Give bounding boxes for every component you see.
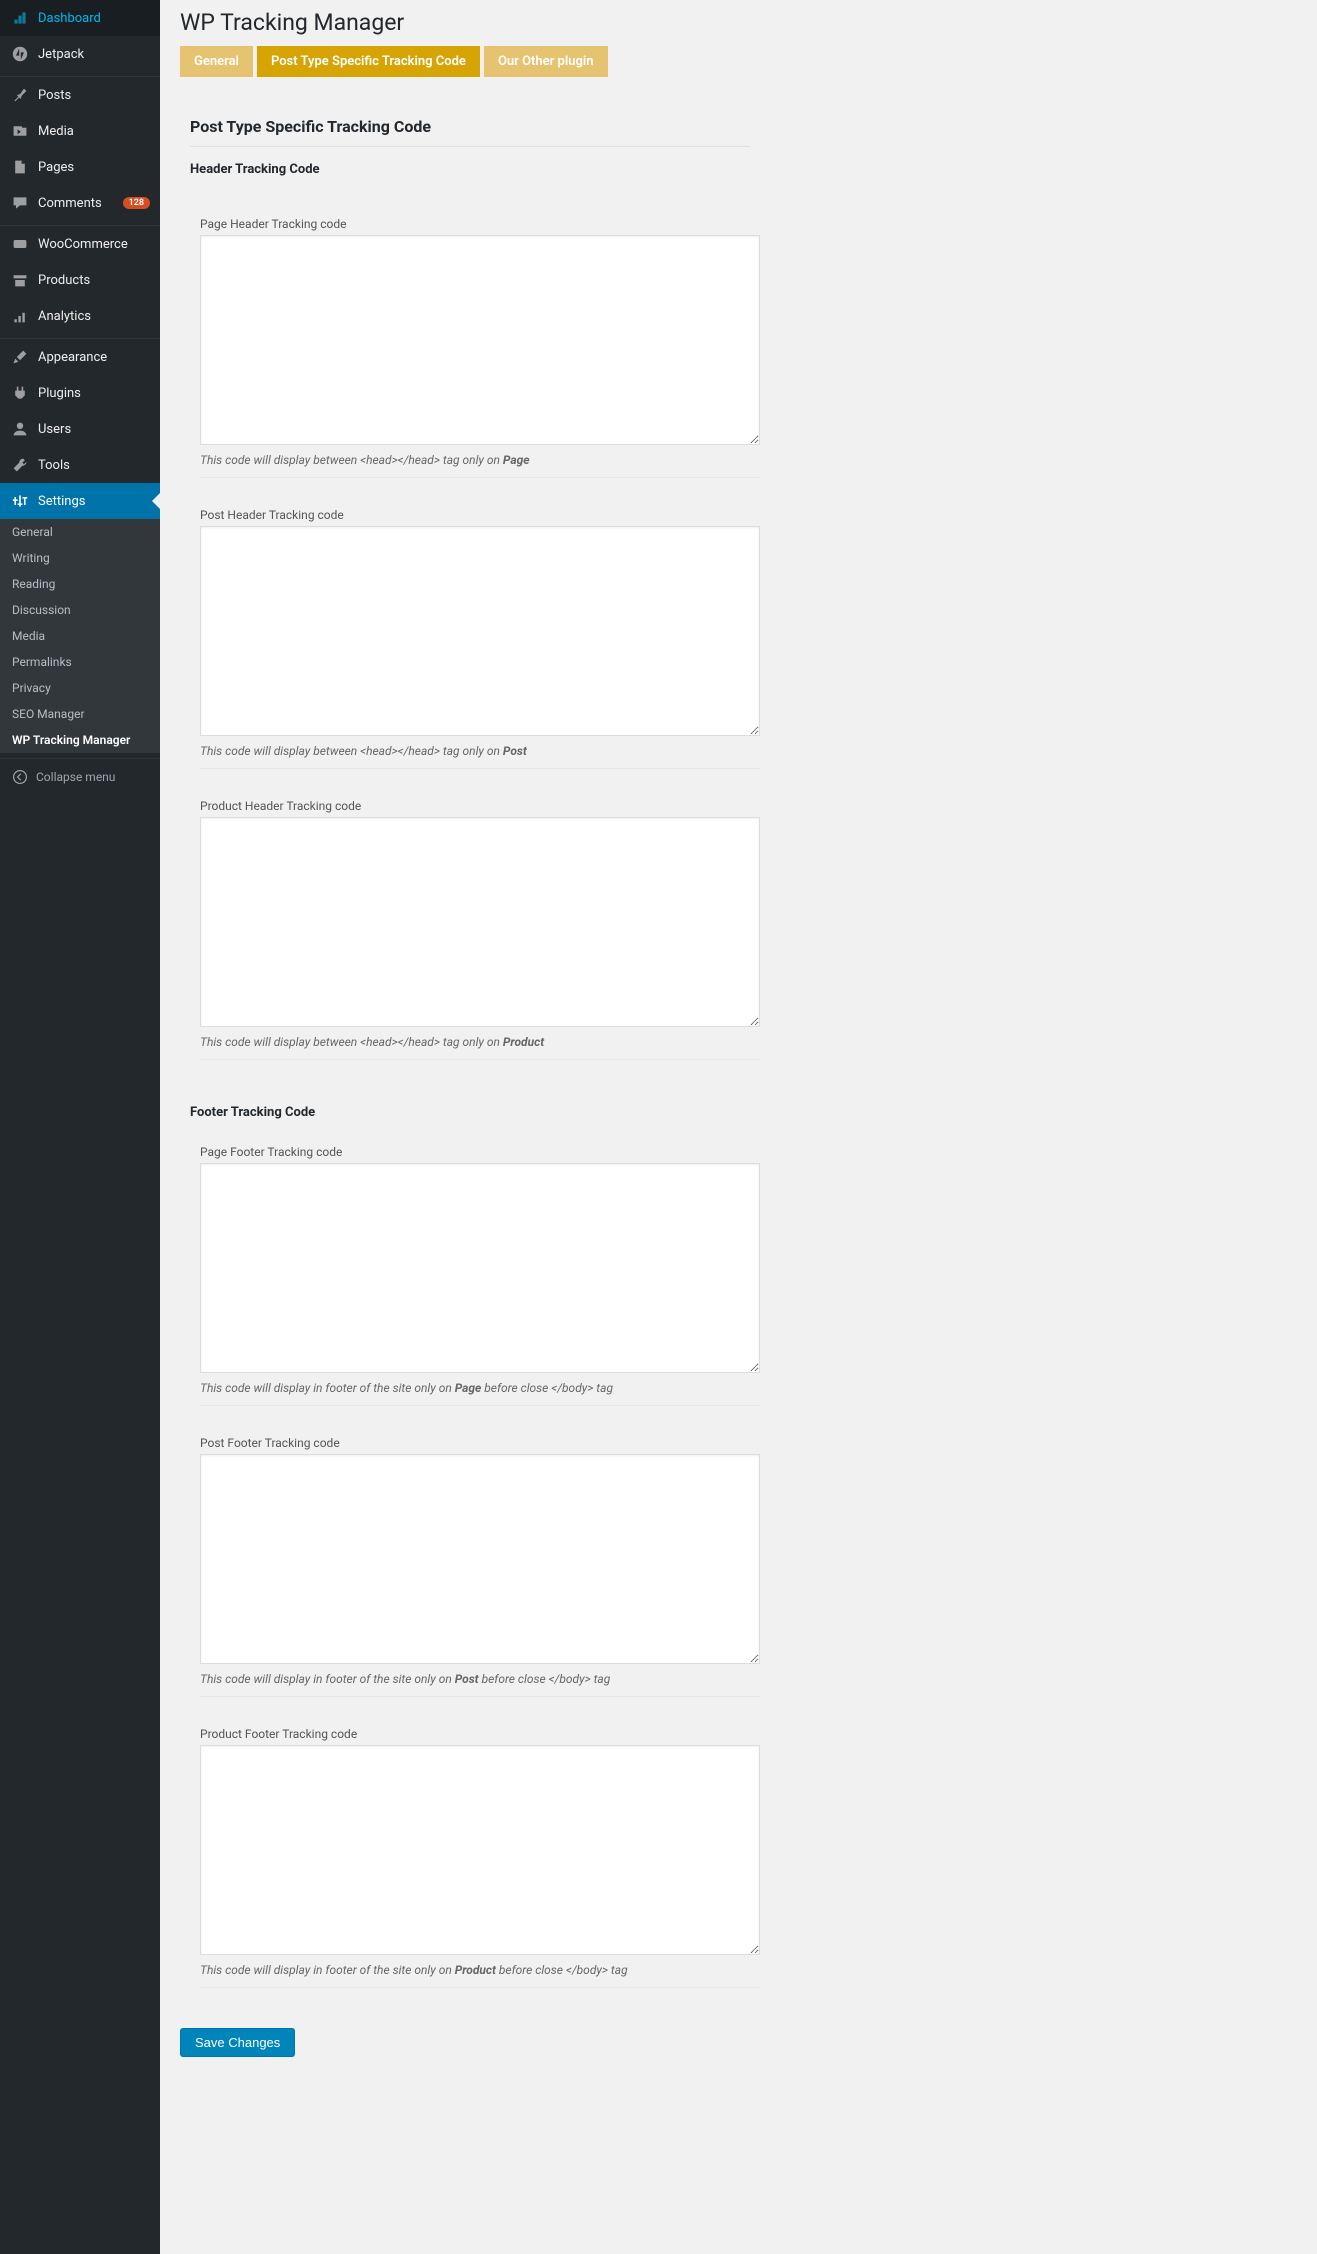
sidebar-item-dashboard[interactable]: Dashboard	[0, 0, 160, 36]
post-header-desc: This code will display between <head></h…	[200, 740, 760, 769]
product-footer-textarea[interactable]	[200, 1745, 760, 1955]
sidebar-item-woocommerce[interactable]: WooCommerce	[0, 226, 160, 262]
sidebar-item-label: Analytics	[38, 309, 150, 324]
page-footer-desc: This code will display in footer of the …	[200, 1377, 760, 1406]
sidebar-item-label: Posts	[38, 88, 150, 103]
sidebar-subitem-permalinks[interactable]: Permalinks	[0, 649, 160, 675]
sidebar-subitem-reading[interactable]: Reading	[0, 571, 160, 597]
sidebar-item-analytics[interactable]: Analytics	[0, 298, 160, 334]
sidebar-item-label: Comments	[38, 196, 123, 211]
plugin-icon	[10, 383, 30, 403]
post-footer-textarea[interactable]	[200, 1454, 760, 1664]
field-page-header: Page Header Tracking code This code will…	[200, 217, 760, 478]
admin-sidebar: Dashboard Jetpack Posts Media Pages Comm…	[0, 0, 160, 2254]
tab-general[interactable]: General	[180, 46, 253, 77]
sidebar-item-tools[interactable]: Tools	[0, 447, 160, 483]
settings-icon	[10, 491, 30, 511]
sidebar-subitem-discussion[interactable]: Discussion	[0, 597, 160, 623]
page-header-label: Page Header Tracking code	[200, 217, 760, 231]
collapse-menu[interactable]: Collapse menu	[0, 758, 160, 795]
post-footer-label: Post Footer Tracking code	[200, 1436, 760, 1450]
sidebar-subitem-writing[interactable]: Writing	[0, 545, 160, 571]
page-footer-label: Page Footer Tracking code	[200, 1145, 760, 1159]
section-title: Post Type Specific Tracking Code	[190, 77, 750, 147]
sidebar-item-label: Plugins	[38, 386, 150, 401]
page-footer-textarea[interactable]	[200, 1163, 760, 1373]
sidebar-item-label: Users	[38, 422, 150, 437]
product-header-textarea[interactable]	[200, 817, 760, 1027]
main-content: WP Tracking Manager General Post Type Sp…	[160, 0, 1317, 2254]
product-header-desc: This code will display between <head></h…	[200, 1031, 760, 1060]
footer-tracking-heading: Footer Tracking Code	[190, 1090, 1297, 1130]
post-header-label: Post Header Tracking code	[200, 508, 760, 522]
sidebar-item-settings[interactable]: Settings	[0, 483, 160, 519]
sidebar-item-pages[interactable]: Pages	[0, 149, 160, 185]
field-page-footer: Page Footer Tracking code This code will…	[200, 1145, 760, 1406]
sidebar-item-label: Appearance	[38, 350, 150, 365]
field-product-footer: Product Footer Tracking code This code w…	[200, 1727, 760, 1988]
collapse-icon	[10, 767, 30, 787]
tab-post-type-specific[interactable]: Post Type Specific Tracking Code	[257, 46, 480, 77]
comments-badge: 128	[123, 197, 150, 209]
collapse-label: Collapse menu	[36, 770, 115, 784]
product-header-label: Product Header Tracking code	[200, 799, 760, 813]
woo-icon	[10, 234, 30, 254]
page-header-desc: This code will display between <head></h…	[200, 449, 760, 478]
post-footer-desc: This code will display in footer of the …	[200, 1668, 760, 1697]
field-post-footer: Post Footer Tracking code This code will…	[200, 1436, 760, 1697]
post-header-textarea[interactable]	[200, 526, 760, 736]
header-tracking-heading: Header Tracking Code	[190, 147, 1297, 187]
brush-icon	[10, 347, 30, 367]
sidebar-item-label: Tools	[38, 458, 150, 473]
nav-tabs: General Post Type Specific Tracking Code…	[180, 46, 1297, 77]
sidebar-item-products[interactable]: Products	[0, 262, 160, 298]
sidebar-item-label: WooCommerce	[38, 237, 150, 252]
sidebar-subitem-privacy[interactable]: Privacy	[0, 675, 160, 701]
sidebar-item-appearance[interactable]: Appearance	[0, 339, 160, 375]
sidebar-item-label: Pages	[38, 160, 150, 175]
media-icon	[10, 121, 30, 141]
analytics-icon	[10, 306, 30, 326]
save-button[interactable]: Save Changes	[180, 2028, 295, 2057]
tool-icon	[10, 455, 30, 475]
sidebar-subitem-seo-manager[interactable]: SEO Manager	[0, 701, 160, 727]
sidebar-item-label: Jetpack	[38, 47, 150, 62]
sidebar-item-label: Settings	[38, 494, 150, 509]
field-post-header: Post Header Tracking code This code will…	[200, 508, 760, 769]
sidebar-item-jetpack[interactable]: Jetpack	[0, 36, 160, 72]
sidebar-item-label: Dashboard	[38, 11, 150, 26]
sidebar-subitem-media[interactable]: Media	[0, 623, 160, 649]
comment-icon	[10, 193, 30, 213]
field-product-header: Product Header Tracking code This code w…	[200, 799, 760, 1060]
sidebar-item-users[interactable]: Users	[0, 411, 160, 447]
sidebar-item-comments[interactable]: Comments 128	[0, 185, 160, 221]
dashboard-icon	[10, 8, 30, 28]
page-header-textarea[interactable]	[200, 235, 760, 445]
product-icon	[10, 270, 30, 290]
tab-our-other-plugin[interactable]: Our Other plugin	[484, 46, 608, 77]
sidebar-subitem-general[interactable]: General	[0, 519, 160, 545]
product-footer-desc: This code will display in footer of the …	[200, 1959, 760, 1988]
sidebar-item-label: Media	[38, 124, 150, 139]
sidebar-subitem-wp-tracking-manager[interactable]: WP Tracking Manager	[0, 727, 160, 753]
sidebar-item-media[interactable]: Media	[0, 113, 160, 149]
sidebar-item-label: Products	[38, 273, 150, 288]
product-footer-label: Product Footer Tracking code	[200, 1727, 760, 1741]
jetpack-icon	[10, 44, 30, 64]
page-icon	[10, 157, 30, 177]
pin-icon	[10, 85, 30, 105]
page-title: WP Tracking Manager	[180, 0, 1297, 40]
sidebar-item-posts[interactable]: Posts	[0, 77, 160, 113]
sidebar-item-plugins[interactable]: Plugins	[0, 375, 160, 411]
user-icon	[10, 419, 30, 439]
